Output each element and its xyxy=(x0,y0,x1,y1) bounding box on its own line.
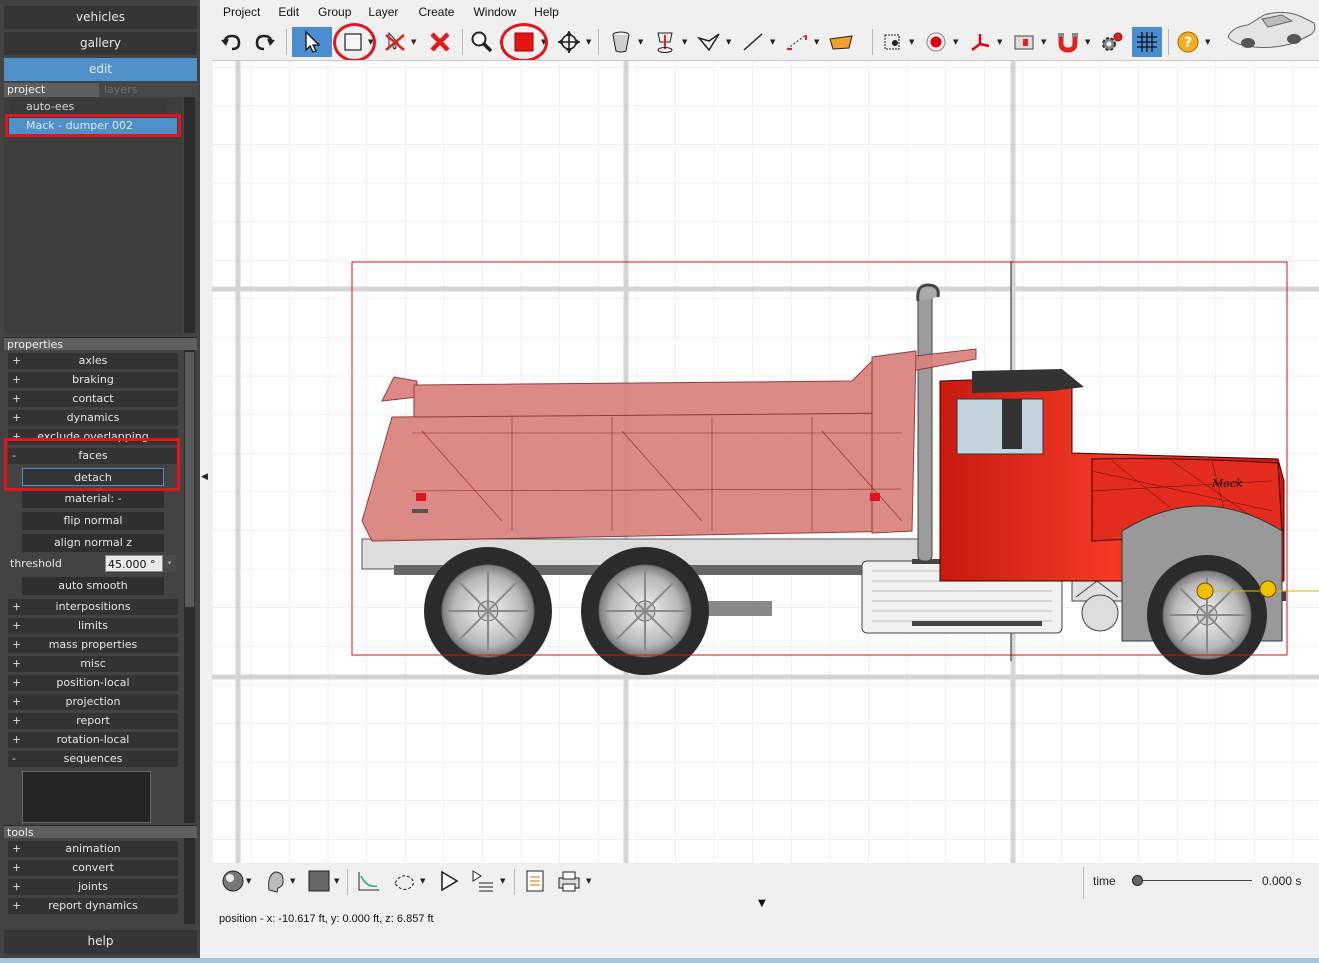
project-item[interactable]: auto-ees xyxy=(9,99,167,115)
shading-sphere-icon[interactable] xyxy=(218,866,248,896)
project-scrollbar[interactable] xyxy=(184,97,195,333)
help-icon[interactable]: ? xyxy=(1173,27,1203,57)
threshold-label: threshold xyxy=(10,557,62,570)
project-tree: auto-ees Mack - dumper 002 xyxy=(4,97,182,333)
window-border xyxy=(0,958,1319,963)
time-value: 0.000 s xyxy=(1262,874,1302,888)
menu-layer[interactable]: Layer xyxy=(368,0,398,24)
property-report[interactable]: + report xyxy=(8,713,178,729)
notes-icon[interactable] xyxy=(520,866,550,896)
background-color-icon[interactable] xyxy=(304,866,334,896)
highlight-circle-color xyxy=(500,23,548,62)
tab-project[interactable]: project xyxy=(4,83,99,97)
tools-scrollbar[interactable] xyxy=(184,838,195,924)
property-interpositions[interactable]: + interpositions xyxy=(8,599,178,615)
time-slider[interactable] xyxy=(1132,874,1252,888)
ruler-icon[interactable] xyxy=(826,27,856,57)
menu-window[interactable]: Window xyxy=(473,0,516,24)
property-mass-properties[interactable]: + mass properties xyxy=(8,637,178,653)
property-limits[interactable]: + limits xyxy=(8,618,178,634)
camera-icon[interactable] xyxy=(878,27,908,57)
grid-icon[interactable] xyxy=(1132,27,1162,57)
toolbar: ▼ ▼ ▼ ▼ ▼ ▼ ▼ ▼ ▼ ▼ ▼ ▼ ▼ ▼ ? ▼ xyxy=(212,11,1319,62)
edit-button[interactable]: edit xyxy=(4,58,197,81)
time-label: time xyxy=(1093,874,1116,888)
car-logo xyxy=(1224,3,1319,55)
position-readout: position - x: -10.617 ft, y: 0.000 ft, z… xyxy=(219,913,434,925)
bucket-icon[interactable] xyxy=(606,27,636,57)
align-normal-z-button[interactable]: align normal z xyxy=(22,534,164,552)
measure-icon[interactable] xyxy=(782,27,812,57)
menu-project[interactable]: Project xyxy=(223,0,260,24)
properties-list: + axles + braking + contact + dynamics + excl… xyxy=(4,350,183,823)
animation-path-icon[interactable] xyxy=(390,866,420,896)
help-button[interactable]: help xyxy=(4,930,197,954)
menu-group[interactable]: Group xyxy=(318,0,351,24)
zoom-icon[interactable] xyxy=(467,27,497,57)
truck-logo-text: Mack xyxy=(1211,477,1243,490)
undo-icon[interactable] xyxy=(216,27,246,57)
tool-convert[interactable]: + convert xyxy=(8,860,178,876)
menu-edit[interactable]: Edit xyxy=(278,0,299,24)
property-rotation-local[interactable]: + rotation-local xyxy=(8,732,178,748)
tab-layers[interactable]: layers xyxy=(99,83,197,97)
play-icon[interactable] xyxy=(434,866,464,896)
delete-icon[interactable] xyxy=(425,27,455,57)
sequences-list[interactable] xyxy=(22,771,151,823)
tool-animation[interactable]: + animation xyxy=(8,841,178,857)
tools-header: tools xyxy=(4,825,197,839)
skin-head-icon[interactable] xyxy=(260,866,290,896)
threshold-input[interactable]: 45.000 ° xyxy=(105,555,163,572)
line-icon[interactable] xyxy=(738,27,768,57)
property-dynamics[interactable]: + dynamics xyxy=(8,410,178,426)
flip-normal-button[interactable]: flip normal xyxy=(22,512,164,530)
3d-viewport[interactable]: Mack xyxy=(212,60,1319,863)
magnet-icon[interactable] xyxy=(1053,27,1083,57)
property-axles[interactable]: + axles xyxy=(8,353,178,369)
settings-icon[interactable] xyxy=(1097,27,1127,57)
playlist-icon[interactable] xyxy=(468,866,498,896)
bottom-bar: ▼ ▼ ▼ ▼ ▼ ▼ ▼ position - x: -10.617 ft, … xyxy=(212,863,1319,960)
vehicles-button[interactable]: vehicles xyxy=(4,6,197,29)
menu-create[interactable]: Create xyxy=(418,0,454,24)
selection-highlight xyxy=(5,114,181,137)
property-braking[interactable]: + braking xyxy=(8,372,178,388)
property-projection[interactable]: + projection xyxy=(8,694,178,710)
gallery-button[interactable]: gallery xyxy=(4,32,197,55)
menubar: Project Edit Group Layer Create Window H… xyxy=(212,0,559,24)
property-position-local[interactable]: + position-local xyxy=(8,675,178,691)
time-slider-thumb[interactable] xyxy=(1132,875,1143,886)
faces-highlight xyxy=(4,438,180,491)
svg-text:?: ? xyxy=(1184,35,1192,51)
properties-header: properties xyxy=(4,337,197,351)
deselect-icon[interactable] xyxy=(380,27,410,57)
tool-report-dynamics[interactable]: + report dynamics xyxy=(8,898,178,914)
property-contact[interactable]: + contact xyxy=(8,391,178,407)
auto-smooth-button[interactable]: auto smooth xyxy=(22,577,164,595)
select-arrow-icon[interactable] xyxy=(292,27,332,57)
properties-scrollbar[interactable] xyxy=(184,350,195,823)
graph-icon[interactable] xyxy=(354,866,384,896)
plane-icon[interactable] xyxy=(694,27,724,57)
collapse-panel-icon[interactable]: ◀ xyxy=(201,472,208,482)
target-icon[interactable] xyxy=(921,27,951,57)
property-sequences[interactable]: - sequences xyxy=(8,751,178,767)
move-icon[interactable] xyxy=(554,27,584,57)
redo-icon[interactable] xyxy=(250,27,280,57)
viewport-canvas[interactable]: Mack xyxy=(212,61,1319,863)
property-misc[interactable]: + misc xyxy=(8,656,178,672)
highlight-circle-rect xyxy=(333,23,376,62)
tool-joints[interactable]: + joints xyxy=(8,879,178,895)
left-panel: vehicles gallery edit project layers aut… xyxy=(0,0,200,963)
print-icon[interactable] xyxy=(554,866,584,896)
expand-arrow-icon[interactable]: ▼ xyxy=(758,898,766,909)
threshold-spin[interactable]: ▾ xyxy=(163,555,176,572)
menu-help[interactable]: Help xyxy=(534,0,559,24)
axes-icon[interactable] xyxy=(965,27,995,57)
pin-icon[interactable] xyxy=(650,27,680,57)
material-button[interactable]: material: - xyxy=(22,490,164,508)
snapshot-icon[interactable] xyxy=(1009,27,1039,57)
